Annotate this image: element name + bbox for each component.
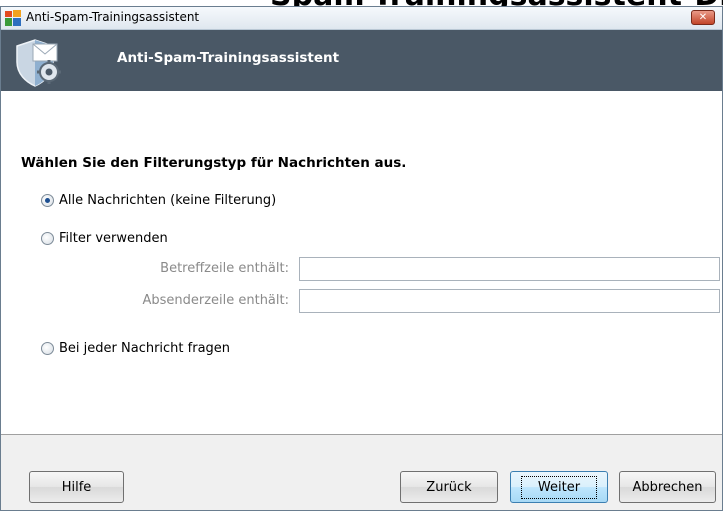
- close-icon: ✕: [698, 11, 708, 23]
- section-heading: Wählen Sie den Filterungstyp für Nachric…: [21, 155, 407, 171]
- radio-use-filter[interactable]: [41, 232, 54, 245]
- header-banner: Anti-Spam-Trainingsassistent: [1, 30, 722, 91]
- back-button[interactable]: Zurück: [400, 471, 498, 503]
- next-button-label: Weiter: [520, 475, 598, 499]
- cancel-button[interactable]: Abbrechen: [619, 471, 716, 503]
- option-use-filter[interactable]: Filter verwenden: [41, 231, 168, 246]
- next-button[interactable]: Weiter: [510, 471, 608, 503]
- close-button[interactable]: ✕: [691, 10, 715, 25]
- option-ask-each[interactable]: Bei jeder Nachricht fragen: [41, 341, 230, 356]
- window-title: Anti-Spam-Trainingsassistent: [26, 10, 200, 24]
- wizard-content: Wählen Sie den Filterungstyp für Nachric…: [1, 91, 722, 435]
- radio-all-messages[interactable]: [41, 194, 54, 207]
- radio-ask-each[interactable]: [41, 342, 54, 355]
- shield-mail-gear-icon: [16, 39, 61, 87]
- banner-title: Anti-Spam-Trainingsassistent: [117, 50, 340, 66]
- title-bar: Anti-Spam-Trainingsassistent ✕: [1, 7, 722, 30]
- option-ask-each-label: Bei jeder Nachricht fragen: [59, 341, 231, 356]
- sender-label: Absenderzeile enthält:: [142, 293, 289, 308]
- option-use-filter-label: Filter verwenden: [59, 231, 168, 246]
- subject-input[interactable]: [299, 257, 720, 281]
- button-bar: Hilfe Zurück Weiter Abbrechen: [1, 435, 722, 510]
- sender-input[interactable]: [299, 289, 720, 313]
- dialog-window: Anti-Spam-Trainingsassistent ✕ Anti-Spam…: [0, 6, 723, 511]
- help-button[interactable]: Hilfe: [29, 471, 124, 503]
- subject-label: Betreffzeile enthält:: [160, 261, 289, 276]
- avg-app-icon: [5, 10, 21, 26]
- radio-selected-dot: [45, 198, 50, 203]
- option-all-messages-label: Alle Nachrichten (keine Filterung): [59, 193, 277, 208]
- option-all-messages[interactable]: Alle Nachrichten (keine Filterung): [41, 193, 276, 208]
